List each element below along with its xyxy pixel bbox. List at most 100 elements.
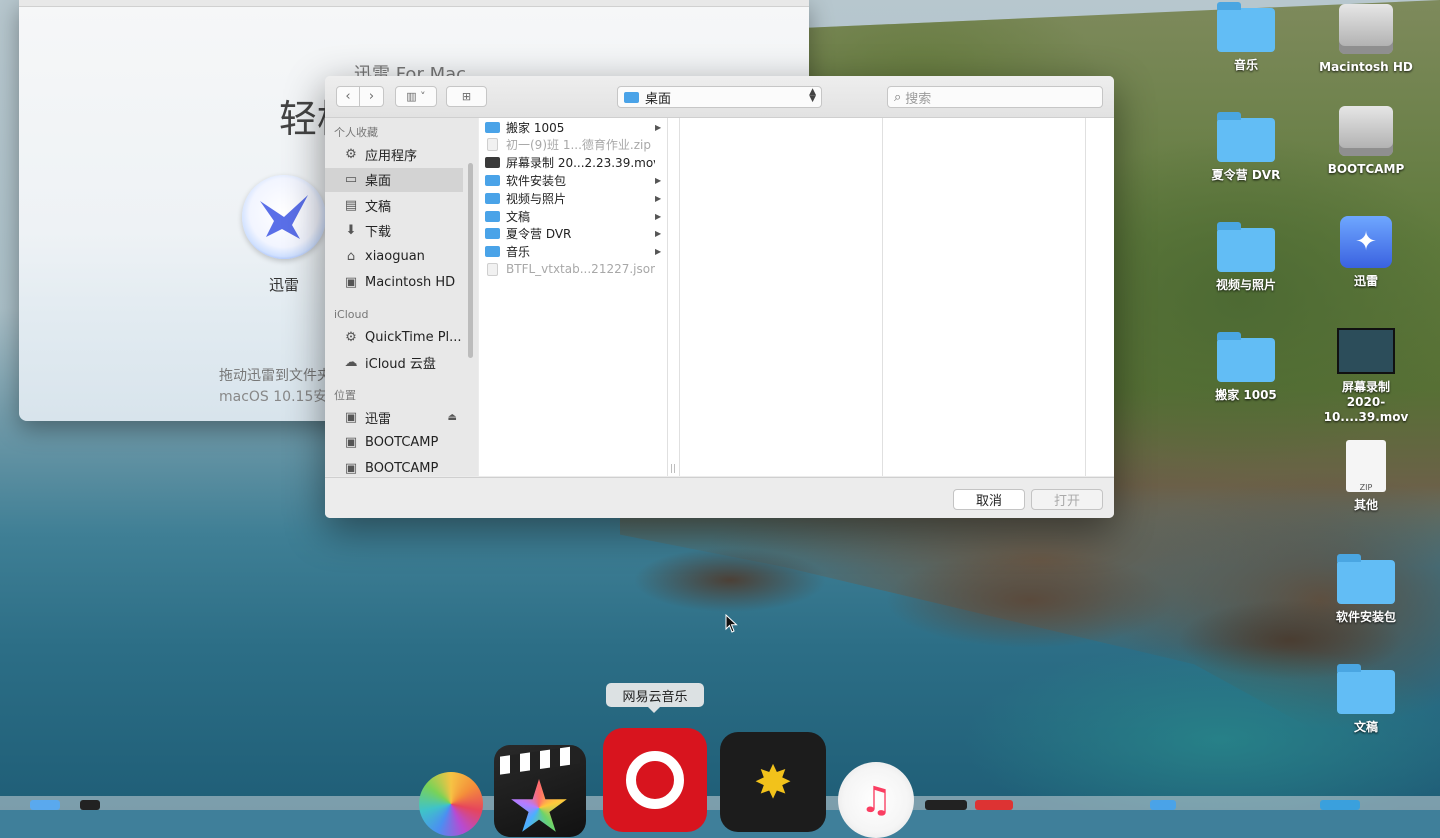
desktop-icon-item[interactable]: 软件安装包 (1311, 554, 1421, 625)
movie-thumbnail-icon (1337, 328, 1395, 374)
folder-icon (1217, 2, 1275, 52)
forward-button[interactable]: › (360, 86, 384, 107)
desktop-icon-label: 搬家 1005 (1215, 388, 1277, 402)
desktop-icon-item[interactable]: 文稿 (1311, 664, 1421, 735)
cancel-button[interactable]: 取消 (953, 489, 1025, 510)
disclosure-arrow-icon: ▶ (655, 193, 662, 203)
view-mode-button[interactable]: ▥ ˅ (395, 86, 437, 107)
sidebar-item-label: Macintosh HD (365, 274, 456, 290)
music-icon[interactable]: ♫ (838, 762, 914, 838)
apps-icon: ⚙ (345, 146, 357, 162)
sidebar-item[interactable]: ⬇ 下载 (325, 219, 463, 243)
desktop-icon-item[interactable]: BOOTCAMP (1311, 106, 1421, 177)
file-name: 视频与照片 (506, 191, 567, 206)
dock-app-icon[interactable] (30, 800, 60, 810)
file-row[interactable]: 夏令营 DVR ▶ (479, 225, 667, 243)
netease-music-icon[interactable] (603, 728, 707, 832)
desktop-icon-item[interactable]: 搬家 1005 (1191, 332, 1301, 403)
sidebar-item-label: BOOTCAMP (365, 460, 439, 476)
file-name: 屏幕录制 20...2.23.39.mov (506, 156, 655, 171)
disclosure-arrow-icon: ▶ (655, 247, 662, 257)
desktop-icon-label: 视频与照片 (1215, 278, 1276, 292)
desktop-icon-item[interactable]: 音乐 (1191, 2, 1301, 73)
eject-icon[interactable]: ⏏ (448, 412, 457, 423)
sidebar-item-label: 文稿 (365, 199, 392, 215)
desktop-icon-label: 音乐 (1233, 58, 1258, 72)
file-row[interactable]: 视频与照片 ▶ (479, 189, 667, 207)
desktop-icon-item[interactable]: ✦ 迅雷 (1311, 216, 1421, 289)
updown-chevron-icon: ▲ ▼ (809, 87, 816, 104)
desktop-icon-item[interactable]: Macintosh HD (1311, 4, 1421, 75)
dock-app-icon[interactable] (1150, 800, 1176, 810)
new-folder-button[interactable]: ⊞ (446, 86, 487, 107)
sidebar-item[interactable]: ▤ 文稿 (325, 193, 463, 217)
disk-icon: ▣ (344, 274, 358, 290)
chevron-right-icon: › (368, 89, 375, 104)
hard-disk-icon (1339, 106, 1393, 156)
location-popup[interactable]: 桌面 ▲ ▼ (617, 86, 822, 108)
sidebar-item-label: xiaoguan (365, 248, 425, 264)
file-row[interactable]: 软件安装包 ▶ (479, 171, 667, 189)
movie-file-icon (485, 157, 500, 169)
desktop-icon-item[interactable]: 夏令营 DVR (1191, 112, 1301, 183)
desktop-icon-label: 软件安装包 (1335, 610, 1396, 624)
thunder-logo-icon[interactable] (242, 175, 326, 259)
file-row[interactable]: 文稿 ▶ (479, 207, 667, 225)
desktop-icon-item[interactable]: 屏幕录制 2020-10....39.mov (1311, 328, 1421, 425)
sidebar-item[interactable]: ☁ iCloud 云盘 (325, 351, 463, 375)
sidebar-item[interactable]: ▣ BOOTCAMP (325, 431, 463, 455)
folder-icon (1217, 332, 1275, 382)
file-row[interactable]: 音乐 ▶ (479, 243, 667, 261)
sidebar-item[interactable]: ⌂ xiaoguan (325, 244, 463, 268)
file-row[interactable]: 屏幕录制 20...2.23.39.mov (479, 154, 667, 172)
empty-column (883, 118, 1086, 476)
file-column: 搬家 1005 ▶ 初一(9)班 1...德育作业.zip 屏幕录制 20...2.2… (479, 118, 668, 476)
desktop-icon-item[interactable]: 视频与照片 (1191, 222, 1301, 293)
home-icon: ⌂ (346, 248, 356, 264)
file-name: 搬家 1005 (506, 120, 565, 135)
disk-icon: ▣ (344, 409, 358, 425)
wasp-icon[interactable]: ✸ (720, 732, 826, 832)
dock-app-icon[interactable] (975, 800, 1013, 810)
sidebar-section-header: 个人收藏 (334, 126, 378, 139)
folder-icon (485, 246, 500, 258)
sidebar-item-label: QuickTime Pl... (365, 329, 462, 345)
file-name: 音乐 (506, 245, 531, 260)
search-input[interactable]: ⌕ 搜索 (887, 86, 1103, 108)
window-titlebar[interactable] (19, 0, 809, 7)
sidebar-item[interactable]: ▣ BOOTCAMP (325, 456, 463, 476)
dock-app-icon[interactable] (80, 800, 100, 810)
column-resize-handle[interactable]: || (670, 464, 676, 474)
sidebar-item[interactable]: ▭ 桌面 (325, 167, 463, 192)
sidebar-item[interactable]: ⚙ 应用程序 (325, 142, 463, 166)
final-cut-pro-icon[interactable] (494, 745, 586, 837)
desktop-icon-item[interactable]: ZIP 其他 (1311, 440, 1421, 513)
folder-icon (1217, 222, 1275, 272)
hard-disk-icon (1339, 4, 1393, 54)
file-row: 初一(9)班 1...德育作业.zip (479, 136, 667, 154)
search-placeholder: 搜索 (905, 91, 932, 107)
sidebar-item[interactable]: ⚙ QuickTime Pl... (325, 325, 463, 349)
dock-app-icon[interactable] (925, 800, 967, 810)
folder-icon (485, 228, 500, 240)
dock-app-icon[interactable] (1320, 800, 1360, 810)
folder-icon (485, 192, 500, 204)
sidebar-item-label: 桌面 (365, 174, 392, 190)
sidebar-item-label: iCloud 云盘 (365, 357, 436, 373)
back-button[interactable]: ‹ (336, 86, 360, 107)
sidebar-section-header: 位置 (334, 389, 356, 402)
sidebar-item-label: 应用程序 (365, 148, 418, 164)
disclosure-arrow-icon: ▶ (655, 229, 662, 239)
disk-icon: ▣ (344, 435, 358, 451)
sidebar-scrollbar[interactable] (468, 163, 473, 358)
folder-icon (1337, 664, 1395, 714)
file-row[interactable]: 搬家 1005 ▶ (479, 118, 667, 136)
folder-icon (485, 121, 500, 133)
sidebar-item[interactable]: ▣ 迅雷 ⏏ (325, 405, 463, 429)
disclosure-arrow-icon: ▶ (655, 211, 662, 221)
sidebar-item[interactable]: ▣ Macintosh HD (325, 270, 463, 294)
desktop-icon-label: 文稿 (1353, 720, 1378, 734)
open-button[interactable]: 打开 (1031, 489, 1103, 510)
empty-column (679, 118, 883, 476)
photos-icon[interactable] (419, 772, 483, 836)
